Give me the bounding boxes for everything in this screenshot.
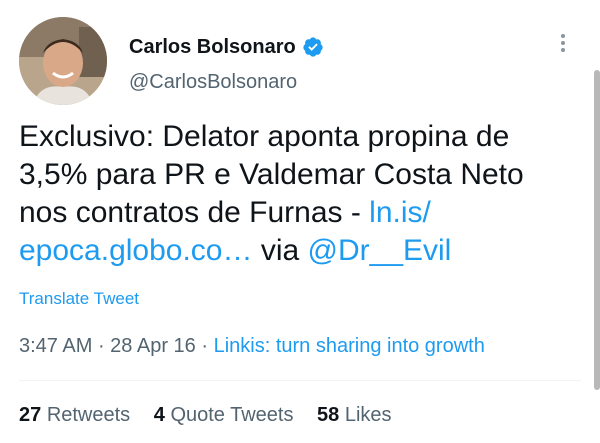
scrollbar[interactable]	[594, 70, 600, 390]
author-name[interactable]: Carlos Bolsonaro	[129, 34, 296, 60]
tweet-meta: 3:47 AM · 28 Apr 16 · Linkis: turn shari…	[19, 335, 485, 358]
tweet-text-line: 3,5% para PR e Valdemar Costa Neto	[19, 158, 524, 191]
tweet-text-segment: via	[252, 234, 308, 267]
divider	[19, 380, 581, 381]
tweet-source-link[interactable]: Linkis: turn sharing into growth	[214, 335, 485, 357]
quote-tweets-label: Quote Tweets	[170, 404, 294, 426]
likes-label: Likes	[344, 404, 392, 426]
likes-stat[interactable]: 58 Likes	[317, 404, 392, 426]
avatar[interactable]	[19, 17, 107, 105]
retweets-stat[interactable]: 27 Retweets	[19, 404, 130, 426]
tweet-date[interactable]: 28 Apr 16	[110, 335, 196, 357]
tweet-header: Carlos Bolsonaro @CarlosBolsonaro	[19, 17, 579, 105]
quote-tweets-stat[interactable]: 4 Quote Tweets	[154, 404, 294, 426]
tweet-text-line: nos contratos de Furnas - ln.is/	[19, 194, 579, 232]
retweets-count: 27	[19, 404, 42, 426]
verified-badge-icon	[302, 36, 324, 58]
tweet-link[interactable]: ln.is/	[369, 196, 431, 229]
author-block: Carlos Bolsonaro @CarlosBolsonaro	[129, 34, 324, 94]
likes-count: 58	[317, 404, 340, 426]
tweet-card: Carlos Bolsonaro @CarlosBolsonaro Exclus…	[0, 0, 600, 443]
retweets-label: Retweets	[46, 404, 131, 426]
meta-separator: ·	[195, 335, 214, 357]
author-name-row: Carlos Bolsonaro	[129, 34, 324, 60]
author-handle[interactable]: @CarlosBolsonaro	[129, 70, 324, 94]
translate-tweet-link[interactable]: Translate Tweet	[19, 289, 139, 309]
tweet-text: Exclusivo: Delator aponta propina de 3,5…	[19, 118, 579, 270]
tweet-text-line: epoca.globo.co… via @Dr__Evil	[19, 232, 579, 270]
tweet-time[interactable]: 3:47 AM	[19, 335, 92, 357]
tweet-stats: 27 Retweets 4 Quote Tweets 58 Likes	[19, 404, 410, 427]
tweet-text-line: Exclusivo: Delator aponta propina de	[19, 120, 510, 153]
tweet-text-segment: nos contratos de Furnas -	[19, 196, 370, 229]
quote-tweets-count: 4	[153, 404, 165, 426]
more-options-icon[interactable]	[553, 31, 573, 55]
tweet-link[interactable]: epoca.globo.co…	[19, 234, 253, 267]
avatar-image	[19, 17, 107, 105]
mention-link[interactable]: @Dr__Evil	[308, 234, 452, 267]
meta-separator: ·	[92, 335, 111, 357]
